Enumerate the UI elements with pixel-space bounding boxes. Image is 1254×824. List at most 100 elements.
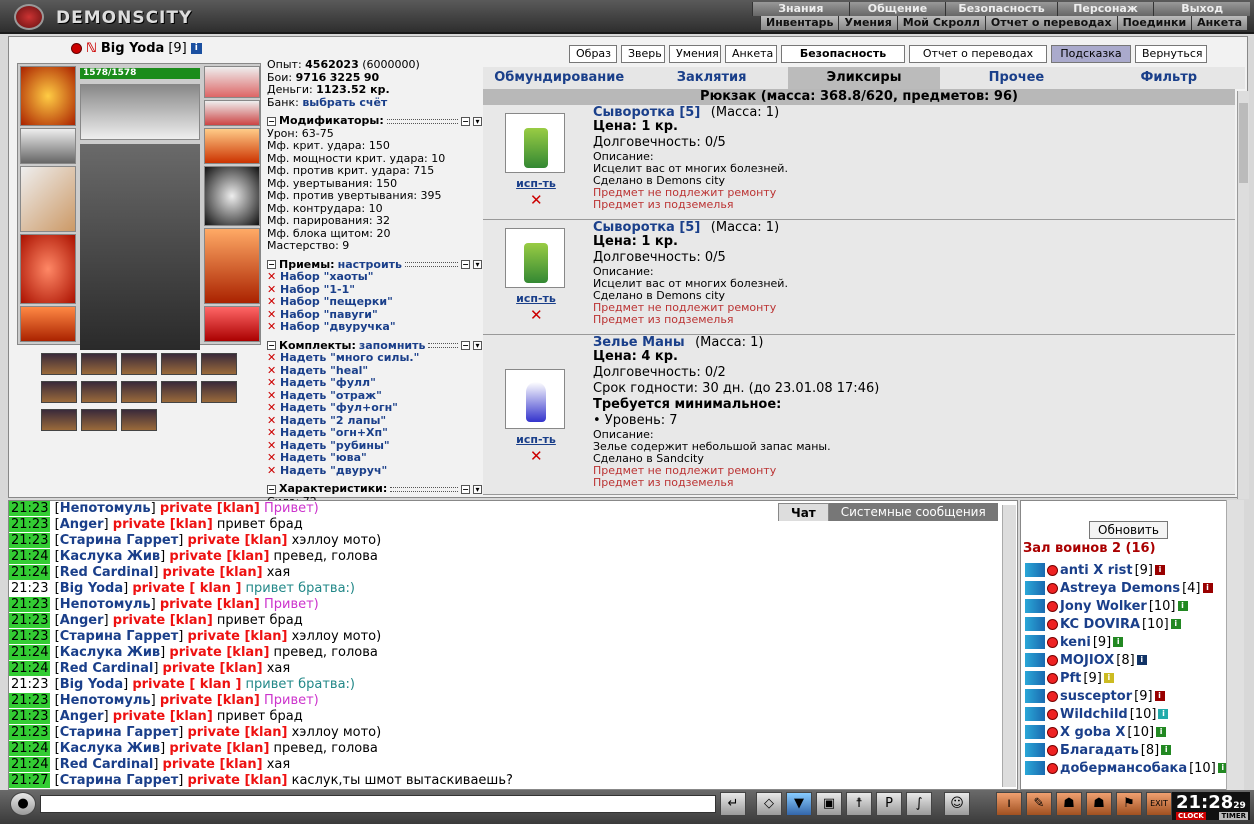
security-button[interactable]: Безопасность (781, 45, 905, 63)
userlist-scrollbar[interactable] (1226, 500, 1244, 790)
menu-social[interactable]: Общение (848, 2, 946, 16)
delete-icon[interactable]: ✕ (530, 447, 543, 465)
chat-time[interactable]: 21:23 (9, 533, 51, 548)
person-icon[interactable]: ☨ (846, 792, 872, 816)
item-name[interactable]: Сыворотка [5] (593, 220, 700, 235)
chat-nick[interactable]: Anger (60, 517, 104, 532)
chat-nick[interactable]: Старина Гаррет (60, 773, 179, 788)
chat-private-tag[interactable]: private [klan] (163, 565, 263, 580)
chat-time[interactable]: 21:23 (9, 501, 51, 516)
use-button[interactable]: исп-ть (510, 433, 562, 446)
pants-slot[interactable] (204, 228, 260, 304)
submenu-skills[interactable]: Умения (838, 16, 897, 30)
mods-header[interactable]: − Модификаторы: − ▾ (267, 114, 482, 128)
submenu-fights[interactable]: Поединки (1116, 16, 1192, 30)
image-button[interactable]: Образ (569, 45, 617, 63)
submenu-inventory[interactable]: Инвентарь (760, 16, 839, 30)
eraser-icon[interactable]: ◇ (756, 792, 782, 816)
bank-link[interactable]: выбрать счёт (302, 96, 387, 109)
private-arrow-icon[interactable] (1025, 707, 1045, 721)
belt-item-11[interactable] (41, 409, 77, 431)
tab-equipment[interactable]: Обмундирование (483, 67, 635, 89)
equip-set-item[interactable]: Надеть "много силы." (267, 351, 482, 365)
chat-time[interactable]: 21:23 (9, 693, 51, 708)
chat-private-tag[interactable]: private [ klan ] (132, 581, 241, 596)
tab-filter[interactable]: Фильтр (1093, 67, 1245, 89)
belt-item-9[interactable] (161, 381, 197, 403)
equip-set-item[interactable]: Надеть "фулл" (267, 376, 482, 390)
pet-button[interactable]: Зверь (621, 45, 665, 63)
private-arrow-icon[interactable] (1025, 653, 1045, 667)
belt-item-1[interactable] (41, 353, 77, 375)
user-name[interactable]: Jony Wolker (1060, 599, 1147, 614)
chat-time[interactable]: 21:23 (9, 709, 51, 724)
translit-icon[interactable]: P (876, 792, 902, 816)
private-arrow-icon[interactable] (1025, 725, 1045, 739)
item-name[interactable]: Сыворотка [5] (593, 105, 700, 120)
private-arrow-icon[interactable] (1025, 671, 1045, 685)
private-arrow-icon[interactable] (1025, 599, 1045, 613)
private-arrow-icon[interactable] (1025, 743, 1045, 757)
chat-nick[interactable]: Red Cardinal (60, 757, 154, 772)
shield-slot[interactable] (204, 166, 260, 226)
helmet-icon[interactable]: ☗ (1056, 792, 1082, 816)
info-icon[interactable]: i (1202, 583, 1213, 593)
chat-private-tag[interactable]: private [klan] (160, 693, 260, 708)
chat-time[interactable]: 21:23 (9, 597, 51, 612)
chat-nick[interactable]: Непотомуль (60, 693, 151, 708)
group-icon[interactable]: ☗ (1086, 792, 1112, 816)
menu-knowledge[interactable]: Знания (752, 2, 849, 16)
user-name[interactable]: keni (1060, 635, 1091, 650)
chat-private-tag[interactable]: private [klan] (169, 549, 269, 564)
delete-icon[interactable]: ✕ (530, 306, 543, 324)
chat-nick[interactable]: Каслука Жив (60, 645, 160, 660)
chars-header[interactable]: − Характеристики: − ▾ (267, 482, 482, 496)
belt-item-2[interactable] (81, 353, 117, 375)
earring-slot[interactable] (204, 66, 260, 98)
menu-character[interactable]: Персонаж (1056, 2, 1154, 16)
tab-spells[interactable]: Заклятия (635, 67, 787, 89)
chat-nick[interactable]: Big Yoda (60, 581, 123, 596)
armor-slot[interactable] (20, 234, 76, 304)
private-arrow-icon[interactable] (1025, 617, 1045, 631)
chat-private-tag[interactable]: private [klan] (163, 661, 263, 676)
use-button[interactable]: исп-ть (510, 177, 562, 190)
use-button[interactable]: исп-ть (510, 292, 562, 305)
belt-item-8[interactable] (121, 381, 157, 403)
return-button[interactable]: Вернуться (1135, 45, 1207, 63)
chat-time[interactable]: 21:23 (9, 629, 51, 644)
amulet-slot[interactable] (204, 100, 260, 126)
user-name[interactable]: X goba X (1060, 725, 1125, 740)
info-icon[interactable]: i (1103, 673, 1114, 683)
belt-item-12[interactable] (81, 409, 117, 431)
user-name[interactable]: Astreya Demons (1060, 581, 1180, 596)
belt-item-13[interactable] (121, 409, 157, 431)
chat-nick[interactable]: Старина Гаррет (60, 629, 179, 644)
chat-private-tag[interactable]: private [klan] (113, 709, 213, 724)
chat-private-tag[interactable]: private [klan] (113, 517, 213, 532)
chat-nick[interactable]: Anger (60, 613, 104, 628)
equip-set-item[interactable]: Надеть "фул+огн" (267, 401, 482, 415)
belt-item-7[interactable] (81, 381, 117, 403)
chat-private-tag[interactable]: private [klan] (160, 597, 260, 612)
user-name[interactable]: добермансобака (1060, 761, 1187, 776)
delete-icon[interactable]: ✕ (530, 191, 543, 209)
backpack-scrollbar[interactable] (1237, 91, 1249, 499)
chat-nick[interactable]: Непотомуль (60, 597, 151, 612)
move-set-item[interactable]: Набор "хаоты" (267, 270, 482, 284)
bracers-slot[interactable] (20, 128, 76, 164)
move-set-item[interactable]: Набор "двуручка" (267, 320, 482, 334)
skills-button[interactable]: Умения (669, 45, 721, 63)
smiley-icon[interactable]: ☺ (944, 792, 970, 816)
chat-private-tag[interactable]: private [klan] (187, 773, 287, 788)
speaker-icon[interactable]: ● (10, 792, 36, 816)
chat-time[interactable]: 21:23 (9, 677, 50, 692)
chat-private-tag[interactable]: private [klan] (169, 645, 269, 660)
equip-set-item[interactable]: Надеть "огн+Хп" (267, 426, 482, 440)
chat-time[interactable]: 21:23 (9, 581, 50, 596)
gloves-slot[interactable] (204, 128, 260, 164)
info-icon[interactable]: i (1113, 637, 1124, 647)
chat-nick[interactable]: Big Yoda (60, 677, 123, 692)
info-icon[interactable]: i (1156, 727, 1167, 737)
chat-time[interactable]: 21:24 (9, 645, 51, 660)
